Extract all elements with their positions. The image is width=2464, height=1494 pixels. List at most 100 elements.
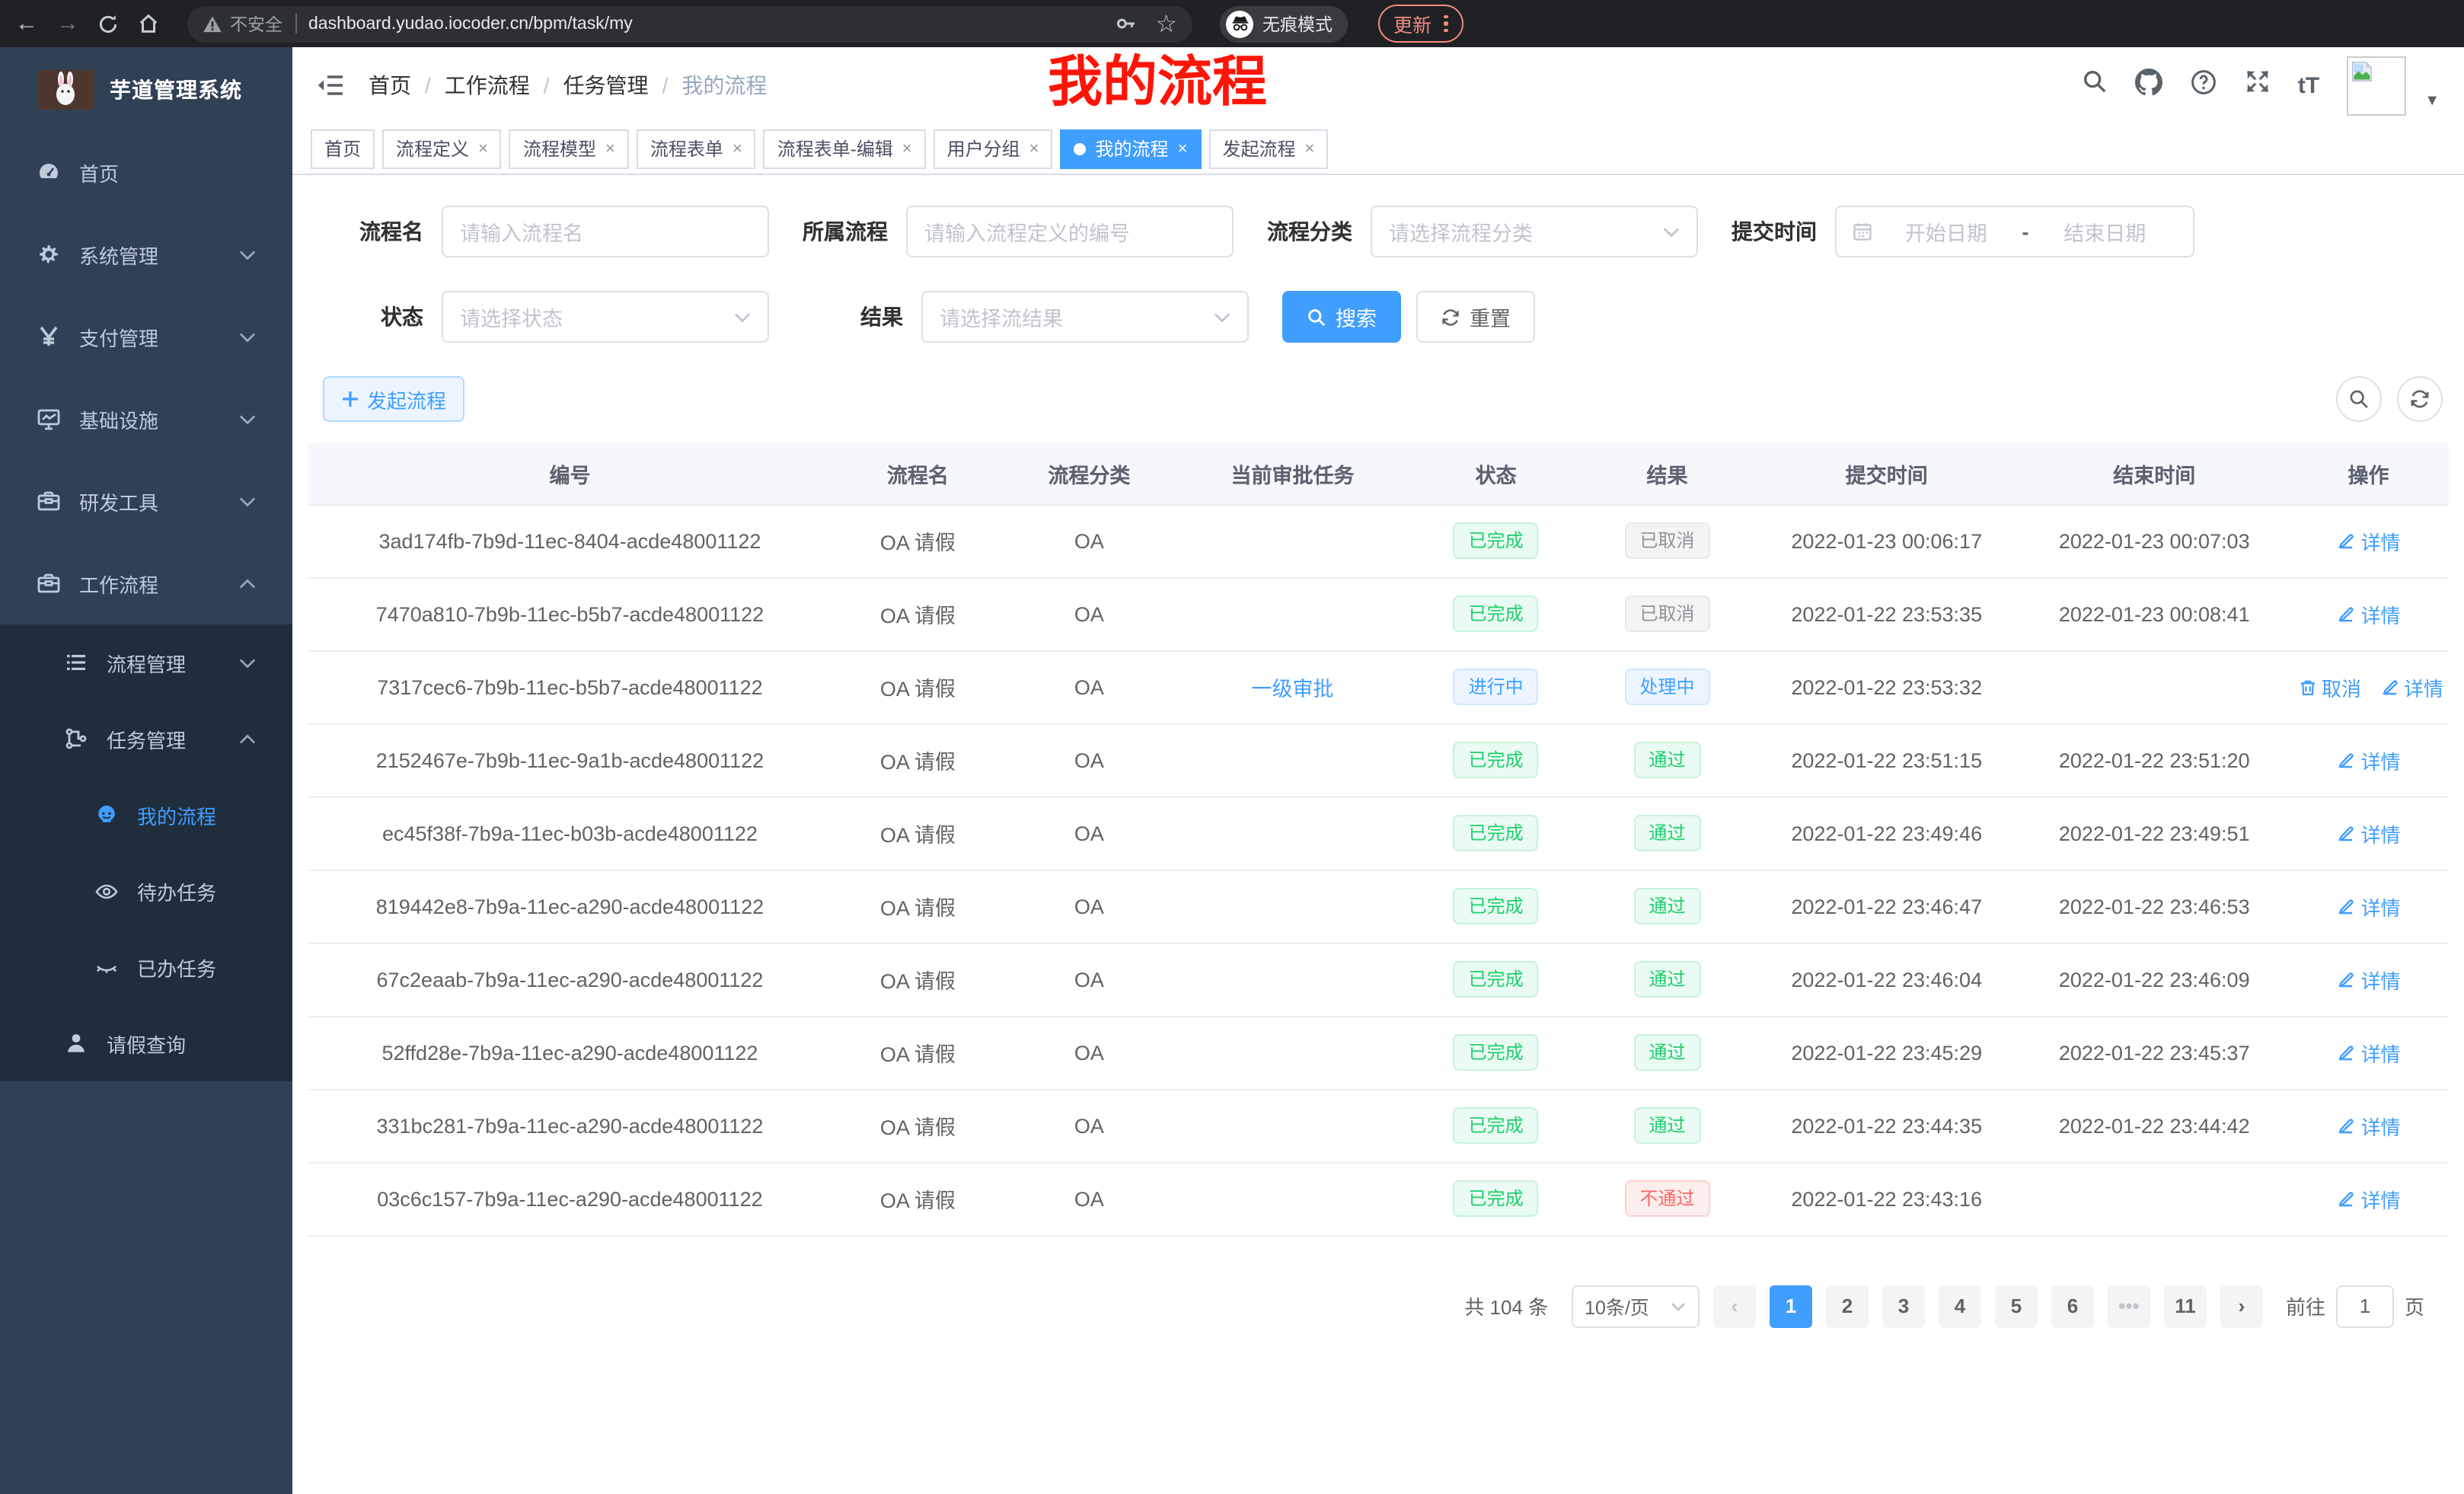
home-icon[interactable] [137, 12, 160, 35]
sidebar-item-label: 流程管理 [107, 648, 186, 677]
tab-首页[interactable]: 首页 [311, 129, 375, 168]
process-definition-input[interactable]: 请输入流程定义的编号 [906, 206, 1234, 257]
sidebar-item-5[interactable]: 研发工具 [0, 460, 292, 542]
page-button-1[interactable]: 1 [1770, 1285, 1812, 1327]
create-process-button[interactable]: 发起流程 [323, 376, 464, 422]
tab-我的流程[interactable]: 我的流程× [1061, 129, 1202, 168]
page-button-3[interactable]: 3 [1882, 1285, 1925, 1327]
breadcrumb-item[interactable]: 首页 [369, 70, 411, 101]
breadcrumb-separator: / [425, 73, 431, 97]
close-icon[interactable]: × [732, 139, 742, 158]
cell-end-time [2021, 650, 2289, 723]
close-icon[interactable]: × [1029, 139, 1039, 158]
cell-id: 331bc281-7b9a-11ec-a290-acde48001122 [308, 1089, 832, 1162]
process-category-select[interactable]: 请选择流程分类 [1371, 206, 1698, 257]
tab-流程模型[interactable]: 流程模型× [509, 129, 629, 168]
address-bar[interactable]: 不安全 dashboard.yudao.iocoder.cn/bpm/task/… [187, 5, 1192, 42]
next-page-button[interactable]: › [2220, 1285, 2263, 1327]
detail-action[interactable]: 详情 [2336, 892, 2400, 921]
detail-action[interactable]: 详情 [2336, 745, 2400, 774]
sidebar-item-6[interactable]: 工作流程 [0, 542, 292, 624]
status-badge: 已完成 [1454, 1180, 1539, 1217]
security-label: 不安全 [230, 11, 282, 36]
close-icon[interactable]: × [478, 139, 488, 158]
cell-submit-time: 2022-01-22 23:51:15 [1753, 723, 2021, 796]
sidebar-item-12[interactable]: 请假查询 [0, 1005, 292, 1081]
table-row-5: ec45f38f-7b9a-11ec-b03b-acde48001122OA 请… [308, 796, 2449, 870]
detail-action[interactable]: 详情 [2336, 1184, 2400, 1213]
close-icon[interactable]: × [1304, 139, 1314, 158]
tab-发起流程[interactable]: 发起流程× [1208, 129, 1328, 168]
table-row-10: 03c6c157-7b9a-11ec-a290-acde48001122OA 请… [308, 1162, 2449, 1235]
detail-action[interactable]: 详情 [2336, 1111, 2400, 1140]
back-icon[interactable]: ← [15, 12, 38, 35]
fullscreen-icon[interactable] [2245, 69, 2271, 102]
close-icon[interactable]: × [902, 139, 912, 158]
bookmark-star-icon[interactable]: ☆ [1155, 8, 1177, 39]
edit-icon [2336, 896, 2356, 916]
tab-流程表单-编辑[interactable]: 流程表单-编辑 × [764, 129, 926, 168]
search-button[interactable]: 搜索 [1282, 291, 1401, 343]
close-icon[interactable]: × [605, 139, 615, 158]
table-row-7: 67c2eaab-7b9a-11ec-a290-acde48001122OA 请… [308, 943, 2449, 1016]
cell-category: OA [1004, 943, 1175, 1016]
reload-icon[interactable] [97, 13, 119, 34]
collapse-menu-icon[interactable] [317, 73, 344, 97]
toggle-search-button[interactable] [2336, 376, 2382, 422]
detail-action[interactable]: 详情 [2336, 819, 2400, 848]
sidebar-item-7[interactable]: 流程管理 [0, 624, 292, 701]
page-button-5[interactable]: 5 [1995, 1285, 2038, 1327]
process-name-input[interactable]: 请输入流程名 [442, 206, 769, 257]
page-size-select[interactable]: 10条/页 [1571, 1285, 1700, 1327]
sidebar-item-8[interactable]: 任务管理 [0, 701, 292, 777]
update-button[interactable]: 更新 [1378, 5, 1463, 43]
cancel-action[interactable]: 取消 [2297, 672, 2361, 701]
cell-category: OA [1004, 1162, 1175, 1235]
tab-label: 流程表单-编辑 [777, 136, 893, 161]
detail-action[interactable]: 详情 [2336, 599, 2400, 628]
sidebar-item-1[interactable]: 首页 [0, 131, 292, 213]
avatar[interactable] [2347, 56, 2406, 115]
prev-page-button[interactable]: ‹ [1713, 1285, 1756, 1327]
github-icon[interactable] [2135, 68, 2162, 103]
detail-action[interactable]: 详情 [2379, 672, 2443, 701]
sidebar-item-2[interactable]: 系统管理 [0, 213, 292, 295]
task-link[interactable]: 一级审批 [1251, 678, 1333, 701]
detail-action[interactable]: 详情 [2336, 526, 2400, 555]
key-icon[interactable] [1114, 12, 1137, 35]
close-icon[interactable]: × [1178, 139, 1188, 158]
page-button-6[interactable]: 6 [2051, 1285, 2094, 1327]
page-button-11[interactable]: 11 [2164, 1285, 2207, 1327]
refresh-button[interactable] [2397, 376, 2443, 422]
browser-menu-icon[interactable] [1444, 15, 1447, 33]
page-button-4[interactable]: 4 [1939, 1285, 1981, 1327]
sidebar-item-11[interactable]: 已办任务 [0, 929, 292, 1005]
tab-流程定义[interactable]: 流程定义× [382, 129, 502, 168]
tab-流程表单[interactable]: 流程表单× [637, 129, 756, 168]
sidebar-item-3[interactable]: 支付管理 [0, 295, 292, 378]
table-row-2: 7470a810-7b9b-11ec-b5b7-acde48001122OA 请… [308, 577, 2449, 650]
breadcrumb-item[interactable]: 任务管理 [563, 70, 649, 101]
page-button-2[interactable]: 2 [1826, 1285, 1869, 1327]
font-size-icon[interactable]: tT [2298, 72, 2319, 98]
help-icon[interactable] [2190, 68, 2217, 103]
column-header-9: 操作 [2288, 443, 2449, 504]
refresh-icon [1441, 307, 1460, 327]
detail-action[interactable]: 详情 [2336, 965, 2400, 994]
avatar-caret-icon[interactable]: ▼ [2424, 92, 2440, 115]
forward-icon[interactable]: → [56, 12, 79, 35]
sidebar-item-10[interactable]: 待办任务 [0, 853, 292, 929]
edit-icon [2336, 1042, 2356, 1062]
reset-button[interactable]: 重置 [1416, 291, 1535, 343]
goto-page-input[interactable] [2336, 1285, 2394, 1327]
submit-time-daterange[interactable]: 开始日期-结束日期 [1835, 206, 2194, 257]
breadcrumb-item[interactable]: 工作流程 [445, 70, 530, 101]
app-logo[interactable]: 芋道管理系统 [0, 47, 292, 131]
result-select[interactable]: 请选择流结果 [921, 291, 1249, 343]
status-select[interactable]: 请选择状态 [442, 291, 769, 343]
sidebar-item-4[interactable]: 基础设施 [0, 378, 292, 460]
detail-action[interactable]: 详情 [2336, 1038, 2400, 1067]
tab-用户分组[interactable]: 用户分组× [934, 129, 1053, 168]
search-icon[interactable] [2082, 69, 2108, 102]
sidebar-item-9[interactable]: 我的流程 [0, 777, 292, 853]
